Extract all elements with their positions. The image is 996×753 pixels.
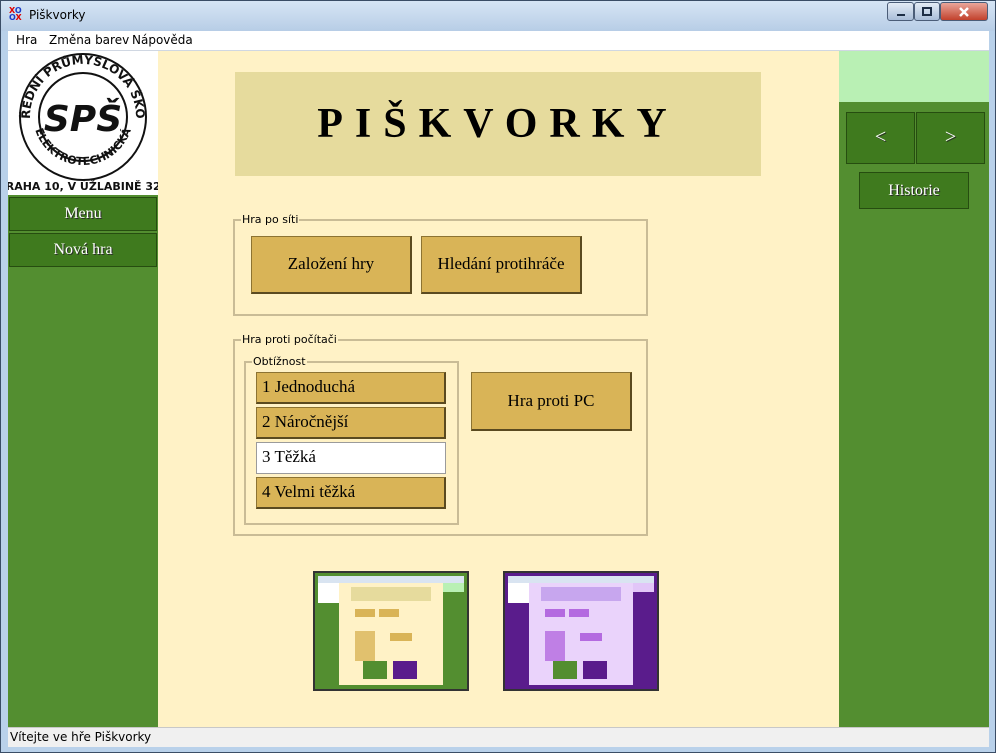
new-game-button[interactable]: Nová hra [9, 233, 157, 267]
client-area: STŘEDNÍ PRŮMYSLOVÁ ŠKOLA ELEKTROTECHNICK… [0, 40, 989, 727]
difficulty-option-hard[interactable]: 3 Těžká [256, 442, 446, 474]
logo-center-text: SPŠ [44, 98, 122, 140]
menu-bar: Hra Změna barev Nápověda [8, 31, 989, 51]
difficulty-option-very-hard[interactable]: 4 Velmi těžká [256, 477, 446, 509]
history-button[interactable]: Historie [859, 172, 969, 209]
maximize-icon [922, 7, 932, 16]
window-title: Piškvorky [29, 8, 86, 22]
right-sidebar: < > Historie [839, 51, 989, 727]
network-game-legend: Hra po síti [241, 213, 300, 226]
app-icon: XO OX [9, 6, 22, 22]
play-vs-pc-button[interactable]: Hra proti PC [471, 372, 632, 431]
minimize-button[interactable] [887, 2, 914, 21]
difficulty-option-easy[interactable]: 1 Jednoduchá [256, 372, 446, 404]
find-opponent-button[interactable]: Hledání protihráče [421, 236, 582, 294]
menu-napoveda[interactable]: Nápověda [132, 33, 193, 47]
app-window: XO OX Piškvorky Hra Změna barev Nápověda [0, 0, 996, 753]
menu-button[interactable]: Menu [9, 197, 157, 231]
school-logo-emblem: STŘEDNÍ PRŮMYSLOVÁ ŠKOLA ELEKTROTECHNICK… [0, 40, 169, 193]
logo-address-text: PRAHA 10, V ÚŽLABINĚ 320 [8, 180, 158, 193]
history-prev-button[interactable]: < [846, 112, 915, 164]
history-next-button[interactable]: > [916, 112, 985, 164]
difficulty-legend: Obtížnost [252, 355, 307, 368]
computer-game-group: Hra proti počítači Obtížnost 1 Jednoduch… [233, 333, 648, 536]
title-bar[interactable]: XO OX Piškvorky [1, 1, 995, 31]
network-game-group: Hra po síti Založení hry Hledání protihr… [233, 213, 648, 316]
difficulty-group: Obtížnost 1 Jednoduchá 2 Náročnější 3 Tě… [244, 355, 459, 525]
menu-hra[interactable]: Hra [16, 33, 37, 47]
heading-banner: PIŠKVORKY [235, 72, 761, 176]
create-game-button[interactable]: Založení hry [251, 236, 412, 294]
school-logo: STŘEDNÍ PRŮMYSLOVÁ ŠKOLA ELEKTROTECHNICK… [0, 40, 169, 195]
right-sidebar-header [839, 51, 989, 102]
status-bar: Vítejte ve hře Piškvorky [8, 727, 989, 747]
close-button[interactable] [940, 2, 988, 21]
status-text: Vítejte ve hře Piškvorky [10, 730, 152, 744]
left-sidebar: STŘEDNÍ PRŮMYSLOVÁ ŠKOLA ELEKTROTECHNICK… [0, 40, 169, 727]
page-title: PIŠKVORKY [317, 101, 679, 147]
theme-preview-green[interactable] [313, 571, 469, 691]
maximize-button[interactable] [914, 2, 940, 21]
close-icon [959, 7, 969, 17]
menu-zmena-barev[interactable]: Změna barev [49, 33, 129, 47]
difficulty-option-harder[interactable]: 2 Náročnější [256, 407, 446, 439]
computer-game-legend: Hra proti počítači [241, 333, 338, 346]
minimize-icon [896, 14, 905, 16]
theme-preview-purple[interactable] [503, 571, 659, 691]
